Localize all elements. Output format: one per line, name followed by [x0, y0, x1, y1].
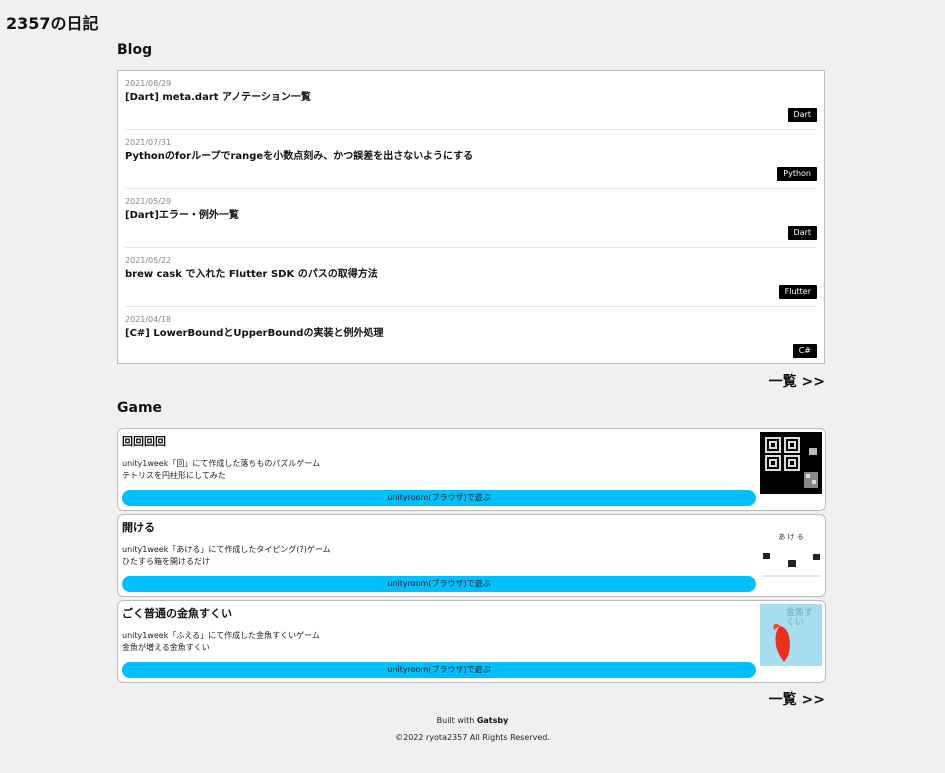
game-description: unity1week「回」にて作成した落ちものパズルゲーム テトリスを円柱形にし… [122, 458, 320, 482]
game-thumbnail: 金魚すくい [760, 604, 822, 666]
gatsby-link[interactable]: Gatsby [477, 716, 509, 725]
blog-post-list: 2021/08/29 [Dart] meta.dart アノテーション一覧 Da… [117, 70, 825, 364]
game-card: 回回回回 unity1week「回」にて作成した落ちものパズルゲーム テトリスを… [117, 428, 826, 511]
game-title: ごく普通の金魚すくい [122, 607, 232, 620]
game-thumbnail-image [762, 553, 820, 577]
game-description: unity1week「ふえる」にて作成した金魚すくいゲーム 金魚が増える金魚すく… [122, 630, 320, 654]
blog-post: 2021/05/22 brew cask で入れた Flutter SDK のパ… [125, 248, 817, 307]
game-description-line: 金魚が増える金魚すくい [122, 643, 210, 652]
game-description-line: テトリスを円柱形にしてみた [122, 471, 226, 480]
game-thumbnail-image [765, 437, 818, 488]
game-description-line: unity1week「回」にて作成した落ちものパズルゲーム [122, 459, 321, 468]
game-description: unity1week「あける」にて作成したタイピング(?)ゲーム ひたすら箱を開… [122, 544, 331, 568]
post-title-link[interactable]: [Dart]エラー・例外一覧 [125, 206, 239, 221]
post-tag[interactable]: Flutter [778, 285, 817, 299]
post-tag[interactable]: Dart [787, 226, 817, 240]
blog-post: 2021/04/18 [C#] LowerBoundとUpperBoundの実装… [125, 307, 817, 366]
game-card: 開ける unity1week「あける」にて作成したタイピング(?)ゲーム ひたす… [117, 514, 826, 597]
site-title[interactable]: 2357の日記 [6, 10, 99, 34]
goldfish-icon [773, 623, 790, 662]
game-thumbnail [760, 432, 822, 494]
game-description-line: unity1week「ふえる」にて作成した金魚すくいゲーム [122, 631, 320, 640]
post-tag[interactable]: Python [777, 167, 817, 181]
post-tag[interactable]: C# [792, 344, 817, 358]
game-title: 開ける [122, 521, 155, 534]
post-date: 2021/04/18 [125, 315, 172, 324]
blog-more-link[interactable]: 一覧 >> [769, 371, 825, 391]
blog-post: 2021/08/29 [Dart] meta.dart アノテーション一覧 Da… [125, 71, 817, 130]
post-title-link[interactable]: brew cask で入れた Flutter SDK のパスの取得方法 [125, 265, 378, 280]
post-title-link[interactable]: Pythonのforループでrangeを小数点刻み、かつ誤差を出さないようにする [125, 147, 473, 162]
blog-post: 2021/07/31 Pythonのforループでrangeを小数点刻み、かつ誤… [125, 130, 817, 189]
footer-built-with: Built with Gatsby [0, 716, 945, 725]
game-card: ごく普通の金魚すくい unity1week「ふえる」にて作成した金魚すくいゲーム… [117, 600, 826, 683]
blog-heading: Blog [117, 42, 153, 58]
post-date: 2021/08/29 [125, 79, 172, 88]
post-date: 2021/05/29 [125, 197, 172, 206]
post-title-link[interactable]: [Dart] meta.dart アノテーション一覧 [125, 88, 311, 103]
blog-post: 2021/05/29 [Dart]エラー・例外一覧 Dart [125, 189, 817, 248]
post-title-link[interactable]: [C#] LowerBoundとUpperBoundの実装と例外処理 [125, 324, 383, 339]
play-unityroom-button[interactable]: unityroom(ブラウザ)で遊ぶ [122, 576, 756, 592]
game-description-line: unity1week「あける」にて作成したタイピング(?)ゲーム [122, 545, 331, 554]
play-unityroom-button[interactable]: unityroom(ブラウザ)で遊ぶ [122, 662, 756, 678]
play-unityroom-button[interactable]: unityroom(ブラウザ)で遊ぶ [122, 490, 756, 506]
game-description-line: ひたすら箱を開けるだけ [122, 557, 210, 566]
post-date: 2021/05/22 [125, 256, 172, 265]
game-thumbnail: あ け る [760, 518, 822, 580]
game-heading: Game [117, 400, 163, 416]
footer-copyright: ©2022 ryota2357 All Rights Reserved. [395, 733, 550, 742]
game-title: 回回回回 [122, 435, 166, 448]
post-date: 2021/07/31 [125, 138, 172, 147]
game-more-link[interactable]: 一覧 >> [769, 689, 825, 709]
post-tag[interactable]: Dart [787, 108, 817, 122]
built-with-prefix: Built with [436, 716, 477, 725]
